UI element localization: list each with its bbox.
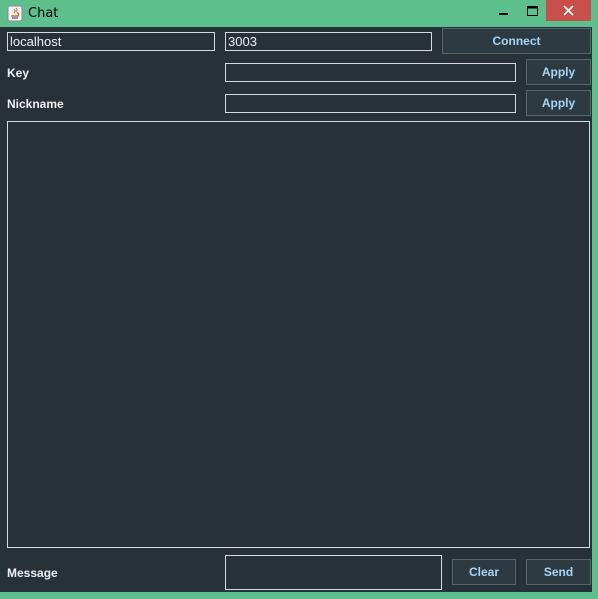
send-button[interactable]: Send [526,559,591,585]
maximize-icon [526,5,538,16]
minimize-icon [499,12,508,15]
apply-key-button[interactable]: Apply [526,59,591,85]
chat-log[interactable] [7,121,590,548]
nickname-label: Nickname [7,97,64,111]
key-input[interactable] [225,63,516,82]
port-input[interactable] [225,32,432,51]
connect-button[interactable]: Connect [442,28,591,54]
clear-button[interactable]: Clear [452,559,516,585]
host-input[interactable] [7,32,215,51]
window-title: Chat [28,6,59,21]
java-icon [7,5,23,22]
close-button[interactable] [546,0,591,21]
maximize-button[interactable] [518,0,546,21]
message-input[interactable] [225,555,442,590]
apply-nickname-button[interactable]: Apply [526,90,591,116]
message-label: Message [7,566,58,580]
close-icon [563,5,574,16]
nickname-input[interactable] [225,94,516,113]
key-label: Key [7,66,30,80]
title-bar: Chat [0,0,598,28]
client-area: Connect Key Apply Nickname Apply Message… [0,27,592,592]
minimize-button[interactable] [490,0,518,21]
